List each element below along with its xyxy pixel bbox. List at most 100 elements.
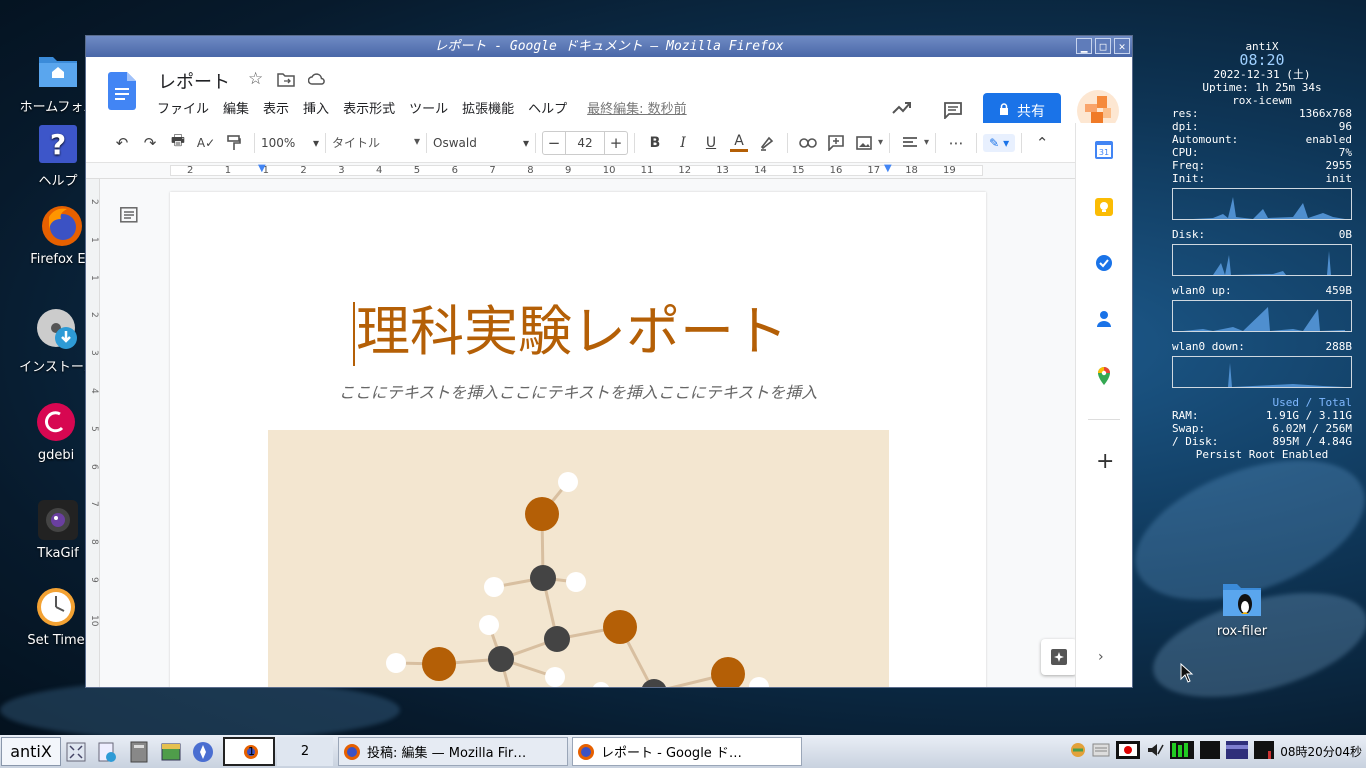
document-page[interactable]: 理科実験レポート ここにテキストを挿入ここにテキストを挿入ここにテキストを挿入 bbox=[170, 192, 986, 687]
vruler-mark: 1 bbox=[89, 274, 99, 281]
right-indent-marker[interactable]: ▼ bbox=[884, 163, 892, 174]
increase-font-size-button[interactable]: + bbox=[605, 134, 627, 152]
calendar-icon[interactable]: 31 bbox=[1095, 141, 1113, 163]
docs-logo-icon[interactable] bbox=[108, 72, 136, 114]
menu-view[interactable]: 表示 bbox=[263, 98, 289, 117]
editing-mode-button[interactable]: ✎ ▾ bbox=[983, 133, 1016, 152]
chevron-down-icon[interactable]: ▾ bbox=[924, 137, 929, 148]
horizontal-ruler[interactable]: 2 1 1 2 3 4 5 6 7 8 9 10 11 12 13 14 15 16 17 18 19 ▼ ▼ bbox=[86, 163, 1075, 179]
expand-panel-icon[interactable]: › bbox=[1098, 649, 1104, 665]
page-subtitle[interactable]: ここにテキストを挿入ここにテキストを挿入ここにテキストを挿入 bbox=[170, 379, 986, 403]
memory-monitor-icon[interactable] bbox=[1200, 740, 1221, 763]
page-title[interactable]: 理科実験レポート bbox=[356, 302, 788, 362]
outline-icon[interactable] bbox=[120, 207, 138, 227]
taskbar: antiX 1 2 投稿: 編集 — Mozilla Fir… レポート - G… bbox=[0, 735, 1366, 768]
start-menu-button[interactable]: antiX bbox=[1, 737, 61, 766]
japan-flag-icon[interactable] bbox=[1116, 740, 1141, 763]
terminal-icon[interactable] bbox=[123, 737, 155, 766]
redo-icon[interactable]: ↷ bbox=[136, 129, 164, 157]
highlight-icon[interactable] bbox=[753, 129, 781, 157]
network-monitor-icon[interactable] bbox=[1254, 740, 1275, 763]
paint-format-icon[interactable] bbox=[220, 129, 248, 157]
print-icon[interactable]: 🖶 bbox=[164, 129, 192, 157]
undo-icon[interactable]: ↶ bbox=[108, 129, 136, 157]
network-status-icon[interactable] bbox=[1070, 742, 1086, 762]
volume-muted-icon[interactable] bbox=[1146, 742, 1164, 762]
workspace-2-button[interactable]: 2 bbox=[277, 737, 333, 766]
contacts-icon[interactable] bbox=[1096, 310, 1112, 332]
debian-icon bbox=[34, 400, 78, 444]
browser-compass-icon[interactable] bbox=[187, 737, 219, 766]
window-titlebar[interactable]: レポート - Google ドキュメント — Mozilla Firefox ▁… bbox=[86, 36, 1132, 57]
menu-insert[interactable]: 挿入 bbox=[303, 98, 329, 117]
task-button-firefox-report[interactable]: レポート - Google ド… bbox=[572, 737, 802, 766]
task-button-firefox-post[interactable]: 投稿: 編集 — Mozilla Fir… bbox=[338, 737, 568, 766]
font-size-input[interactable]: 42 bbox=[565, 131, 605, 154]
vruler-mark: 7 bbox=[89, 501, 99, 508]
swap-monitor-icon[interactable] bbox=[1226, 740, 1249, 763]
star-icon[interactable]: ☆ bbox=[248, 69, 263, 89]
firefox-icon bbox=[344, 743, 360, 760]
doc-title[interactable]: レポート bbox=[158, 68, 230, 94]
last-edit-link[interactable]: 最終編集: 数秒前 bbox=[587, 98, 687, 117]
molecule-image[interactable] bbox=[268, 430, 889, 687]
menu-format[interactable]: 表示形式 bbox=[343, 98, 395, 117]
vruler-mark: 10 bbox=[89, 614, 99, 627]
add-addon-icon[interactable]: + bbox=[1096, 451, 1114, 473]
tasks-icon[interactable] bbox=[1095, 254, 1113, 276]
ruler-mark: 13 bbox=[716, 165, 729, 176]
close-button[interactable]: ✕ bbox=[1114, 38, 1130, 54]
ruler-mark: 1 bbox=[224, 165, 232, 176]
decrease-font-size-button[interactable]: − bbox=[543, 134, 565, 152]
conky-stat: Freq: 2955 bbox=[1172, 159, 1352, 172]
text-color-button[interactable]: A bbox=[725, 129, 753, 157]
firefox-window[interactable]: レポート - Google ドキュメント — Mozilla Firefox ▁… bbox=[85, 35, 1133, 688]
more-options-icon[interactable]: ⋯ bbox=[942, 129, 970, 157]
spellcheck-icon[interactable]: A✓ bbox=[192, 129, 220, 157]
left-indent-marker[interactable]: ▼ bbox=[258, 163, 266, 174]
vertical-ruler[interactable]: 2 1 1 2 3 4 5 6 7 8 9 10 bbox=[86, 179, 100, 687]
add-comment-icon[interactable] bbox=[822, 129, 850, 157]
desktop-icon-rox-filer[interactable]: rox-filer bbox=[1194, 576, 1290, 639]
menu-edit[interactable]: 編集 bbox=[223, 98, 249, 117]
docs-header: レポート ☆ ファイル 編集 表示 挿入 表示形式 ツール 拡張機能 ヘルプ 最… bbox=[86, 57, 1132, 132]
maps-icon[interactable] bbox=[1096, 366, 1112, 390]
cpu-monitor-icon[interactable] bbox=[1170, 740, 1195, 763]
clock[interactable]: 08時20分04秒 bbox=[1280, 743, 1362, 760]
style-select[interactable]: タイトル ▾ bbox=[332, 134, 420, 151]
explore-button[interactable] bbox=[1041, 639, 1077, 675]
menu-extensions[interactable]: 拡張機能 bbox=[462, 98, 514, 117]
font-select[interactable]: Oswald ▾ bbox=[433, 136, 529, 150]
chevron-down-icon[interactable]: ▾ bbox=[878, 137, 883, 148]
minimize-button[interactable]: ▁ bbox=[1076, 38, 1092, 54]
zoom-select[interactable]: 100% ▾ bbox=[261, 136, 319, 150]
keyboard-icon[interactable] bbox=[1092, 743, 1110, 761]
align-icon[interactable] bbox=[896, 129, 924, 157]
maximize-button[interactable]: □ bbox=[1095, 38, 1111, 54]
insert-image-icon[interactable] bbox=[850, 129, 878, 157]
ruler-mark: 15 bbox=[791, 165, 805, 176]
comments-icon[interactable] bbox=[943, 101, 963, 123]
conky-stat: CPU: 7% bbox=[1172, 146, 1352, 159]
activity-trend-icon[interactable] bbox=[892, 100, 912, 119]
archive-icon[interactable] bbox=[155, 737, 187, 766]
conky-disk: Disk: 0B bbox=[1172, 228, 1352, 241]
show-desktop-icon[interactable] bbox=[61, 737, 91, 766]
menu-tools[interactable]: ツール bbox=[409, 98, 448, 117]
font-size-stepper[interactable]: − 42 + bbox=[542, 130, 628, 155]
file-manager-icon[interactable] bbox=[91, 737, 123, 766]
workspace-1-button[interactable]: 1 bbox=[223, 737, 275, 766]
link-icon[interactable] bbox=[794, 129, 822, 157]
bold-button[interactable]: B bbox=[641, 129, 669, 157]
collapse-menus-icon[interactable]: ⌃ bbox=[1028, 129, 1056, 157]
conky-wlan-up: wlan0 up: 459B bbox=[1172, 284, 1352, 297]
italic-button[interactable]: I bbox=[669, 129, 697, 157]
ruler-mark: 6 bbox=[451, 165, 458, 176]
keep-icon[interactable] bbox=[1095, 198, 1113, 220]
move-folder-icon[interactable] bbox=[277, 71, 295, 91]
window-title: レポート - Google ドキュメント — Mozilla Firefox bbox=[434, 39, 784, 54]
menu-help[interactable]: ヘルプ bbox=[528, 98, 567, 117]
cloud-status-icon[interactable] bbox=[307, 71, 326, 90]
underline-button[interactable]: U bbox=[697, 129, 725, 157]
menu-file[interactable]: ファイル bbox=[157, 98, 209, 117]
